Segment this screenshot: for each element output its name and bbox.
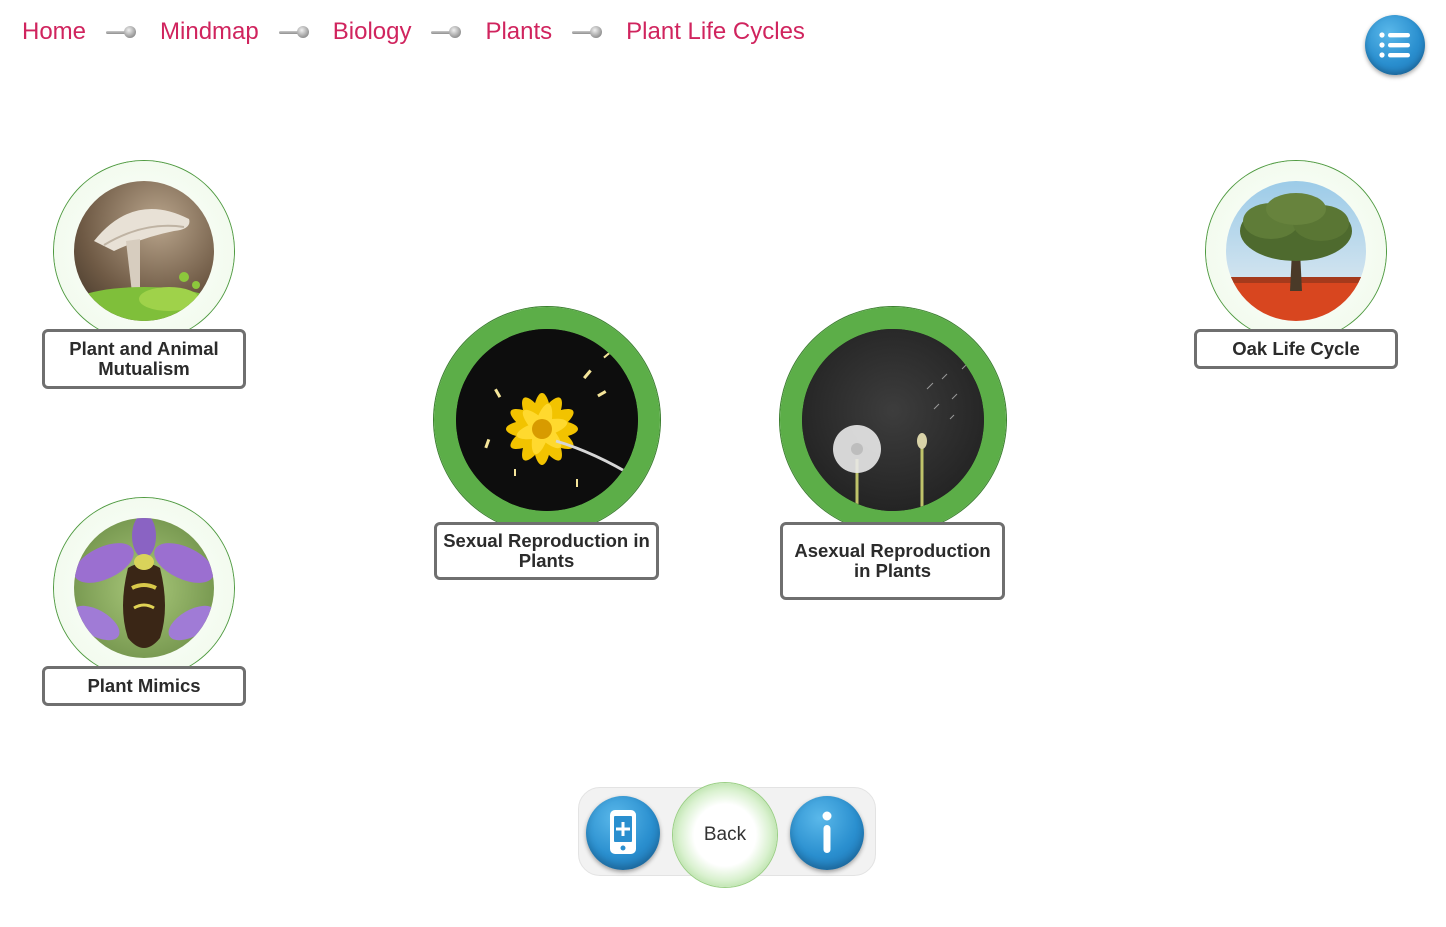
breadcrumb-biology[interactable]: Biology (333, 18, 412, 46)
breadcrumb-separator-icon (278, 25, 313, 39)
yellow-flower-pollen-photo (456, 329, 638, 511)
node-image-ring[interactable] (54, 161, 234, 341)
node-label[interactable]: Oak Life Cycle (1194, 329, 1398, 369)
breadcrumb: Home Mindmap Biology Plants Plant Life C… (22, 16, 805, 48)
node-label[interactable]: Sexual Reproduction in Plants (434, 522, 659, 580)
oak-tree-photo (1226, 181, 1366, 321)
dandelion-photo (802, 329, 984, 511)
info-icon (822, 811, 832, 853)
mobile-add-icon (610, 810, 636, 854)
breadcrumb-separator-icon (572, 25, 606, 39)
node-label[interactable]: Asexual Reproduction in Plants (780, 522, 1005, 600)
breadcrumb-home[interactable]: Home (22, 18, 86, 46)
mobile-app-button[interactable] (586, 796, 660, 870)
mushroom-photo (74, 181, 214, 321)
breadcrumb-plants[interactable]: Plants (485, 18, 552, 46)
node-label[interactable]: Plant Mimics (42, 666, 246, 706)
node-image-ring[interactable] (54, 498, 234, 678)
breadcrumb-separator-icon (106, 25, 140, 39)
node-image-ring[interactable] (780, 307, 1006, 533)
menu-button[interactable] (1365, 15, 1425, 75)
breadcrumb-separator-icon (431, 25, 465, 39)
breadcrumb-mindmap[interactable]: Mindmap (160, 18, 259, 46)
list-icon (1379, 32, 1410, 58)
back-button[interactable]: Back (673, 783, 777, 887)
node-image-ring[interactable] (434, 307, 660, 533)
info-button[interactable] (790, 796, 864, 870)
orchid-photo (74, 518, 214, 658)
node-label[interactable]: Plant and Animal Mutualism (42, 329, 246, 389)
breadcrumb-plant-life-cycles[interactable]: Plant Life Cycles (626, 18, 805, 46)
node-image-ring[interactable] (1206, 161, 1386, 341)
